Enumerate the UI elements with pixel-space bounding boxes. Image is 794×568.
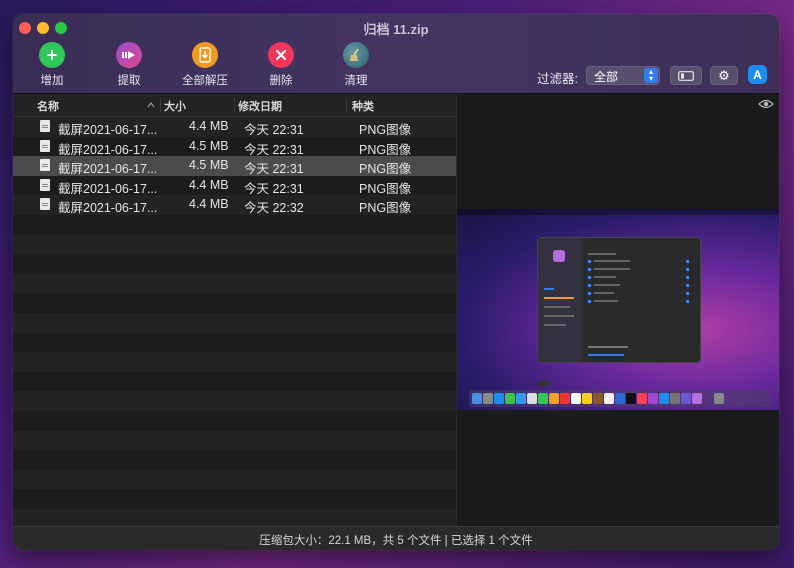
- png-file-icon: [40, 178, 50, 191]
- table-row[interactable]: 截屏2021-06-17... 4.4 MB 今天 22:31 PNG图像: [13, 175, 456, 196]
- window-title: 归档 11.zip: [363, 22, 429, 37]
- empty-row: [13, 273, 456, 294]
- file-modified: 今天 22:31: [244, 142, 304, 157]
- file-modified: 今天 22:32: [244, 201, 304, 216]
- delete-button[interactable]: 删除: [246, 42, 316, 88]
- column-divider[interactable]: [346, 98, 347, 112]
- archive-window: 归档 11.zip + 增加 提取 全部解压 删除 清理 过滤器: 全部 ▴ ▾…: [13, 14, 779, 550]
- file-size: 4.5 MB: [189, 158, 229, 173]
- table-row[interactable]: 截屏2021-06-17... 4.4 MB 今天 22:32 PNG图像: [13, 195, 456, 215]
- preview-menubar: [457, 209, 779, 215]
- file-size: 4.5 MB: [189, 138, 229, 153]
- empty-row: [13, 332, 456, 353]
- status-text: 压缩包大小：22.1 MB，共 5 个文件 | 已选择 1 个文件: [259, 535, 533, 547]
- file-size: 4.4 MB: [189, 177, 229, 192]
- empty-row: [13, 489, 456, 509]
- file-kind: PNG图像: [359, 123, 412, 137]
- file-kind: PNG图像: [359, 201, 412, 216]
- png-file-icon: [40, 198, 50, 211]
- column-header-name[interactable]: 名称: [37, 98, 59, 114]
- file-size: 4.4 MB: [189, 197, 229, 212]
- zip-archive-icon: [192, 42, 218, 68]
- column-divider[interactable]: [160, 98, 161, 112]
- empty-row: [13, 254, 456, 274]
- file-name: 截屏2021-06-17...: [58, 181, 158, 196]
- file-modified: 今天 22:31: [244, 181, 304, 196]
- delete-button-label: 删除: [269, 75, 293, 87]
- empty-row: [13, 391, 456, 411]
- file-list: 名称 大小 修改日期 种类 截屏2021-06-17... 4.4 MB 今天 22…: [13, 94, 456, 529]
- file-size: 4.4 MB: [189, 119, 229, 133]
- empty-row: [13, 430, 456, 451]
- png-file-icon: [40, 159, 50, 172]
- file-modified: 今天 22:31: [244, 123, 304, 137]
- empty-row: [13, 214, 456, 235]
- empty-row: [13, 312, 456, 333]
- eye-icon[interactable]: [758, 96, 774, 114]
- empty-row: [13, 450, 456, 470]
- filter-label: 过滤器:: [537, 72, 578, 86]
- file-kind: PNG图像: [359, 142, 412, 157]
- toolbar: 归档 11.zip + 增加 提取 全部解压 删除 清理 过滤器: 全部 ▴ ▾…: [13, 14, 779, 94]
- file-modified: 今天 22:31: [244, 162, 304, 177]
- filter-select-value: 全部: [594, 70, 619, 84]
- sidebar-icon: [678, 70, 694, 81]
- add-button[interactable]: + 增加: [17, 42, 87, 88]
- column-divider[interactable]: [234, 98, 235, 112]
- toggle-preview-button[interactable]: [670, 66, 702, 85]
- png-file-icon: [40, 139, 50, 152]
- chevron-updown-icon: ▴ ▾: [644, 68, 658, 83]
- empty-row: [13, 371, 456, 392]
- filter-select[interactable]: 全部 ▴ ▾: [586, 66, 660, 85]
- gear-icon: ⚙: [718, 68, 730, 83]
- settings-button[interactable]: ⚙: [710, 66, 738, 85]
- file-name: 截屏2021-06-17...: [58, 142, 158, 157]
- preview-app-icon: [553, 250, 565, 262]
- table-row[interactable]: 截屏2021-06-17... 4.5 MB 今天 22:31 PNG图像: [13, 136, 456, 157]
- column-header-size[interactable]: 大小: [164, 98, 186, 114]
- clean-button-label: 清理: [344, 75, 368, 87]
- table-row[interactable]: 截屏2021-06-17... 4.5 MB 今天 22:31 PNG图像: [13, 156, 456, 176]
- empty-row: [13, 293, 456, 313]
- file-name: 截屏2021-06-17...: [58, 201, 158, 216]
- preview-dock: [469, 390, 772, 407]
- extract-button-label: 提取: [117, 75, 141, 87]
- extract-all-button[interactable]: 全部解压: [170, 42, 240, 88]
- empty-row: [13, 410, 456, 431]
- png-file-icon: [40, 120, 50, 132]
- file-name: 截屏2021-06-17...: [58, 123, 158, 137]
- clean-button[interactable]: 清理: [321, 42, 391, 88]
- preview-image: [457, 209, 779, 410]
- add-button-label: 增加: [40, 75, 64, 87]
- file-rows: 截屏2021-06-17... 4.4 MB 今天 22:31 PNG图像 截屏2021…: [13, 117, 456, 529]
- column-header-modified[interactable]: 修改日期: [238, 98, 282, 114]
- status-bar: 压缩包大小：22.1 MB，共 5 个文件 | 已选择 1 个文件: [13, 526, 779, 550]
- file-kind: PNG图像: [359, 181, 412, 196]
- preview-tooltip: [537, 381, 549, 386]
- app-store-icon[interactable]: A: [748, 65, 767, 84]
- table-header: 名称 大小 修改日期 种类: [13, 94, 456, 117]
- empty-row: [13, 469, 456, 490]
- column-header-kind[interactable]: 种类: [352, 98, 374, 114]
- preview-pane: [456, 94, 779, 526]
- preview-sidebar: [538, 238, 582, 362]
- file-name: 截屏2021-06-17...: [58, 162, 158, 177]
- x-icon: [268, 42, 294, 68]
- empty-row: [13, 352, 456, 372]
- extract-button[interactable]: 提取: [94, 42, 164, 88]
- empty-row: [13, 234, 456, 255]
- extract-all-button-label: 全部解压: [182, 75, 228, 87]
- table-row[interactable]: 截屏2021-06-17... 4.4 MB 今天 22:31 PNG图像: [13, 117, 456, 137]
- sort-ascending-icon: [147, 102, 155, 108]
- preview-app-window: [537, 237, 701, 363]
- extract-arrow-icon: [116, 42, 142, 68]
- file-kind: PNG图像: [359, 162, 412, 177]
- broom-icon: [343, 42, 369, 68]
- plus-icon: +: [39, 42, 65, 68]
